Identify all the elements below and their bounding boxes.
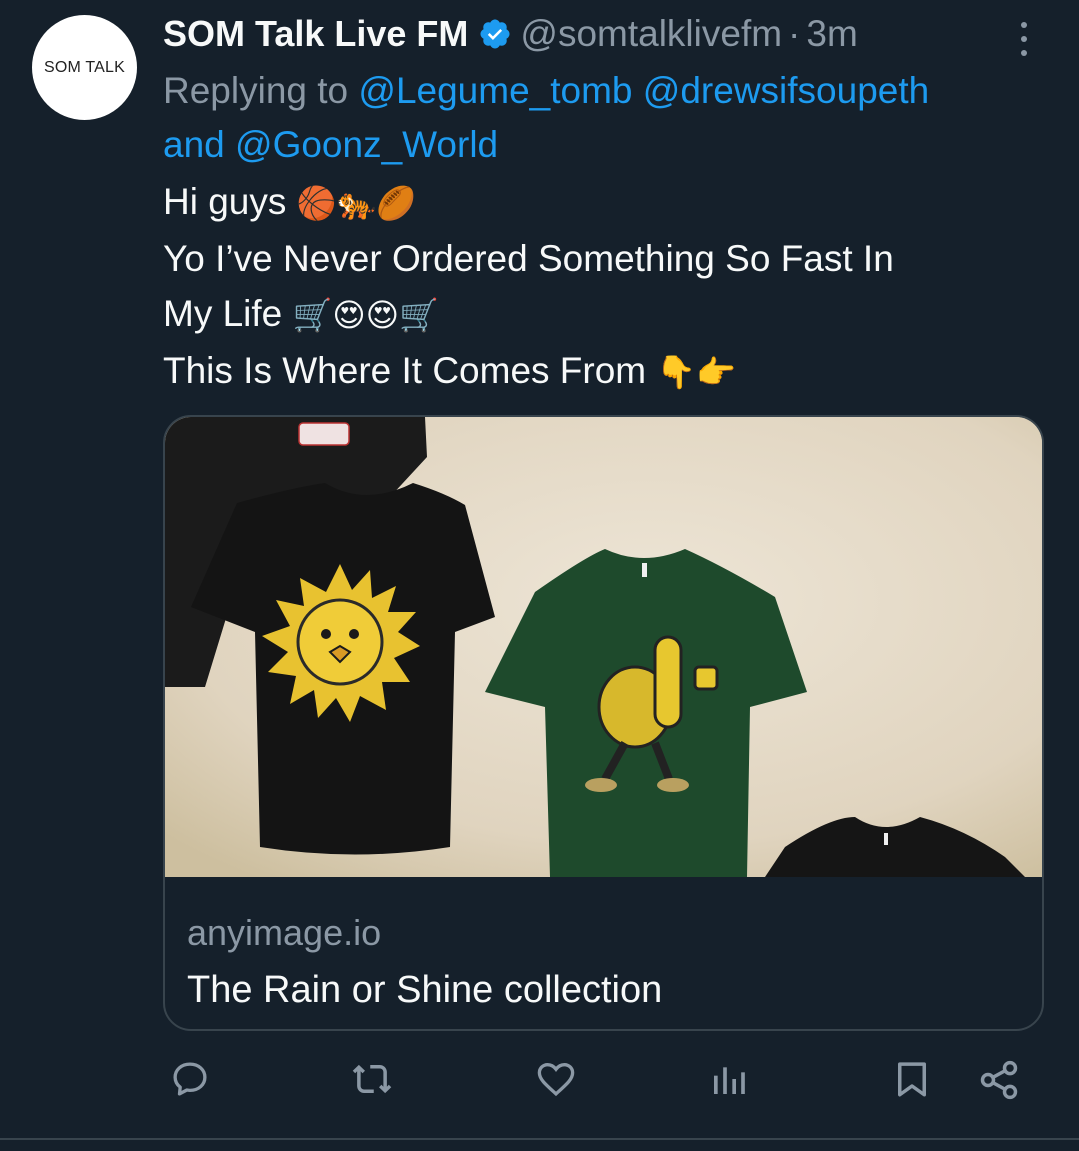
tweet-text: Hi guys 🏀🐅🏉 Yo I’ve Never Ordered Someth… [163,174,1043,400]
card-title[interactable]: The Rain or Shine collection [187,961,1027,1019]
card-meta: anyimage.io The Rain or Shine collection [187,905,1027,1019]
tweet-line-text: This Is Where It Comes From [163,350,647,391]
reply-button[interactable] [169,1058,211,1100]
author-avatar[interactable]: SOM TALK [32,15,137,120]
bar-chart-icon [714,1067,745,1094]
speech-bubble-icon [173,1062,207,1096]
author-handle[interactable]: @somtalklivefm [520,13,782,55]
timestamp[interactable]: 3m [806,13,857,55]
separator-dot: · [788,13,801,54]
replying-to-label: Replying to [163,70,349,111]
retweet-icon [352,1064,392,1094]
tweet-header: SOM Talk Live FM @somtalklivefm · 3m [163,8,1043,60]
share-icon [980,1060,1018,1100]
tweet-emoji: 👇👉 [656,353,737,391]
tweet-line: This Is Where It Comes From 👇👉 [163,343,1043,400]
mention-link[interactable]: @Legume_tomb [358,70,632,111]
mention-link[interactable]: @drewsifsoupeth [643,70,929,111]
tweet-line: Yo I’ve Never Ordered Something So Fast … [163,231,1043,286]
bookmark-button[interactable] [891,1058,933,1100]
mention-connector: and [163,124,225,165]
tweet-line: Hi guys 🏀🐅🏉 [163,174,1043,231]
retweet-button[interactable] [349,1058,395,1100]
card-image[interactable] [165,417,1042,877]
bookmark-icon [898,1062,926,1097]
verified-badge-icon [480,19,510,49]
avatar-text: SOM TALK [43,58,126,76]
link-preview-card[interactable]: anyimage.io The Rain or Shine collection [163,415,1044,1031]
tshirt-photo [165,417,1042,877]
views-button[interactable] [709,1058,749,1100]
more-options-icon[interactable] [1021,22,1029,56]
tweet-line: My Life 🛒😍😍🛒 [163,286,1043,343]
tweet-line-text: Yo I’ve Never Ordered Something So Fast … [163,238,894,279]
share-button[interactable] [977,1058,1021,1102]
tweet-actions [163,1058,1043,1118]
mention-link[interactable]: @Goonz_World [235,124,498,165]
tweet-line-text: My Life [163,293,283,334]
tweet-emoji: 🛒😍😍🛒 [292,296,439,334]
tweet-emoji: 🏀🐅🏉 [296,184,417,222]
tweet-line-text: Hi guys [163,181,287,222]
replying-to: Replying to @Legume_tomb @drewsifsoupeth… [163,64,1043,172]
card-domain: anyimage.io [187,912,382,953]
tweet-content: SOM Talk Live FM @somtalklivefm · 3m Rep… [163,8,1043,400]
divider [0,1138,1079,1140]
heart-icon [537,1062,575,1097]
like-button[interactable] [535,1058,577,1100]
display-name[interactable]: SOM Talk Live FM [163,13,468,55]
